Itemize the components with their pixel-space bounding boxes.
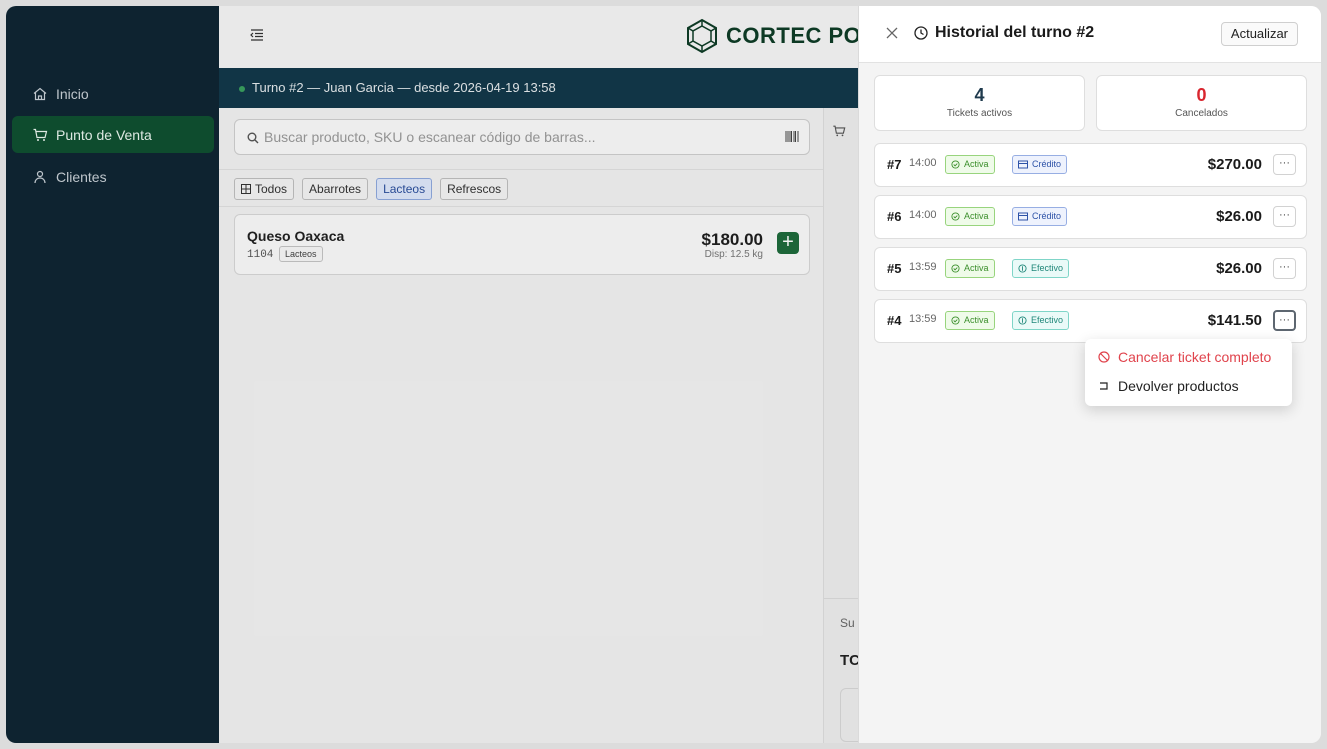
- ticket-number: #5: [887, 261, 902, 276]
- status-badge: Activa: [945, 259, 995, 278]
- payment-badge: Crédito: [1012, 207, 1068, 226]
- stat-active-tickets: 4 Tickets activos: [874, 75, 1085, 131]
- check-circle-icon: [951, 316, 960, 325]
- more-options-button[interactable]: ···: [1273, 154, 1296, 175]
- overlay-backdrop[interactable]: [6, 6, 858, 743]
- check-circle-icon: [951, 212, 960, 221]
- payment-label: Crédito: [1032, 211, 1062, 221]
- credit-card-icon: [1018, 160, 1028, 169]
- status-badge: Activa: [945, 311, 995, 330]
- ticket-time: 14:00: [909, 157, 937, 169]
- payment-label: Crédito: [1032, 159, 1062, 169]
- ticket-time: 13:59: [909, 313, 937, 325]
- ticket-number: #6: [887, 209, 902, 224]
- stat-value: 0: [1196, 85, 1207, 105]
- history-icon: [913, 25, 929, 41]
- ticket-time: 13:59: [909, 261, 937, 273]
- drawer-title: Historial del turno #2: [935, 24, 1095, 41]
- ban-icon: [1098, 351, 1110, 363]
- drawer-header: Historial del turno #2 Actualizar: [859, 6, 1321, 63]
- app-window: Inicio Punto de Venta Clientes CORTEC PO…: [6, 6, 1321, 743]
- credit-card-icon: [1018, 212, 1028, 221]
- ticket-amount: $141.50: [1207, 312, 1262, 329]
- status-badge: Activa: [945, 155, 995, 174]
- ticket-row[interactable]: #6 14:00 Activa Crédito $26.00 ···: [874, 195, 1307, 239]
- refresh-button[interactable]: Actualizar: [1220, 22, 1298, 46]
- ticket-number: #7: [887, 157, 902, 172]
- stat-label: Cancelados: [1175, 108, 1228, 119]
- ticket-row[interactable]: #4 13:59 Activa Efectivo $141.50 ···: [874, 299, 1307, 343]
- return-icon: [1100, 382, 1108, 390]
- ticket-amount: $26.00: [1216, 260, 1262, 277]
- check-circle-icon: [951, 264, 960, 273]
- more-options-button[interactable]: ···: [1273, 258, 1296, 279]
- ticket-number: #4: [887, 313, 902, 328]
- ticket-row[interactable]: #7 14:00 Activa Crédito $270.00 ···: [874, 143, 1307, 187]
- status-label: Activa: [964, 263, 989, 273]
- status-label: Activa: [964, 211, 989, 221]
- ticket-amount: $270.00: [1207, 156, 1262, 173]
- check-circle-icon: [951, 160, 960, 169]
- cash-icon: [1018, 316, 1027, 325]
- payment-label: Efectivo: [1031, 263, 1064, 273]
- ticket-row[interactable]: #5 13:59 Activa Efectivo $26.00 ···: [874, 247, 1307, 291]
- status-label: Activa: [964, 159, 989, 169]
- menu-item-label: Devolver productos: [1118, 378, 1239, 394]
- payment-badge: Efectivo: [1012, 311, 1070, 330]
- ticket-amount: $26.00: [1216, 208, 1262, 225]
- cancel-ticket-menu-item[interactable]: Cancelar ticket completo: [1098, 349, 1271, 365]
- menu-item-label: Cancelar ticket completo: [1118, 349, 1272, 365]
- stat-label: Tickets activos: [946, 108, 1013, 119]
- payment-badge: Crédito: [1012, 155, 1068, 174]
- more-options-button[interactable]: ···: [1273, 206, 1296, 227]
- ticket-time: 14:00: [909, 209, 937, 221]
- stat-cancelled-tickets: 0 Cancelados: [1096, 75, 1307, 131]
- status-label: Activa: [964, 315, 989, 325]
- cash-icon: [1018, 264, 1027, 273]
- return-products-menu-item[interactable]: Devolver productos: [1098, 378, 1239, 394]
- ticket-options-menu: Cancelar ticket completo Devolver produc…: [1085, 339, 1292, 406]
- more-options-button[interactable]: ···: [1273, 310, 1296, 331]
- status-badge: Activa: [945, 207, 995, 226]
- payment-badge: Efectivo: [1012, 259, 1070, 278]
- payment-label: Efectivo: [1031, 315, 1064, 325]
- close-icon[interactable]: [885, 26, 899, 40]
- stat-value: 4: [974, 85, 985, 105]
